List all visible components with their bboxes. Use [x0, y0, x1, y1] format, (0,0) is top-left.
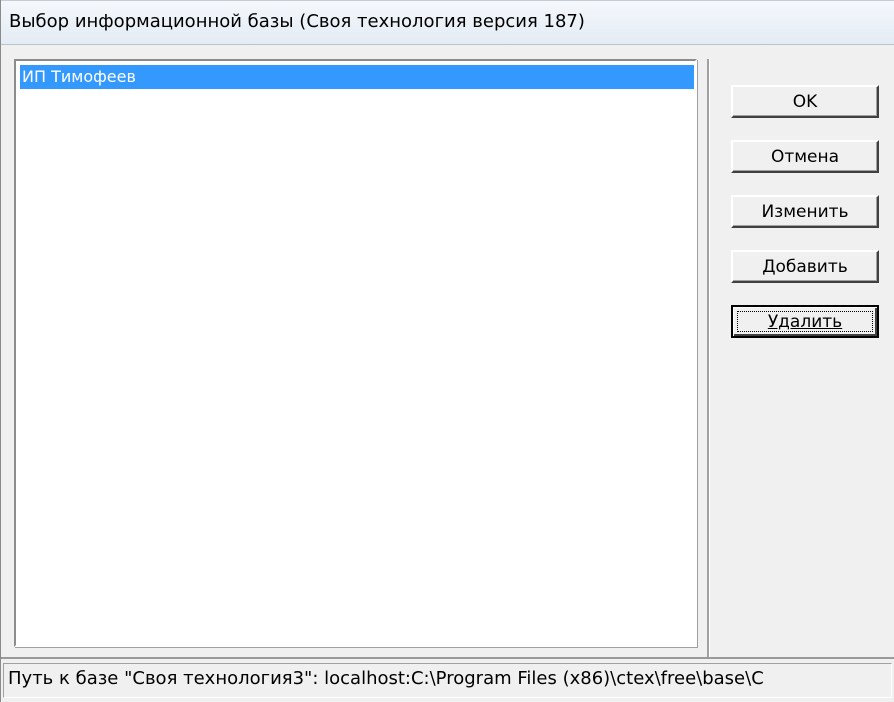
status-bar: Путь к базе "Своя технология3": localhos… — [1, 657, 894, 702]
status-panel: Путь к базе "Своя технология3": localhos… — [3, 663, 892, 698]
list-item-label: ИП Тимофеев — [22, 67, 136, 86]
delete-button-label: Удалить — [767, 311, 843, 332]
database-path-text: Путь к базе "Своя технология3": localhos… — [8, 668, 764, 689]
window-title: Выбор информационной базы (Своя технолог… — [9, 11, 585, 32]
delete-button[interactable]: Удалить — [731, 305, 879, 338]
database-list[interactable]: ИП Тимофеев — [14, 59, 697, 647]
ok-button[interactable]: OK — [731, 85, 879, 118]
cancel-button[interactable]: Отмена — [731, 140, 879, 173]
title-bar[interactable]: Выбор информационной базы (Своя технолог… — [1, 0, 894, 45]
cancel-button-label: Отмена — [770, 146, 840, 167]
list-item-database[interactable]: ИП Тимофеев — [20, 65, 694, 89]
screen: Выбор информационной базы (Своя технолог… — [0, 0, 894, 702]
vertical-divider — [707, 59, 710, 657]
dialog-client-area: ИП Тимофеев OK Отмена Изменить Добавить … — [1, 45, 894, 657]
add-button[interactable]: Добавить — [731, 250, 879, 283]
database-selection-dialog: Выбор информационной базы (Своя технолог… — [0, 0, 894, 702]
edit-button-label: Изменить — [761, 201, 849, 222]
add-button-label: Добавить — [762, 256, 848, 277]
edit-button[interactable]: Изменить — [731, 195, 879, 228]
ok-button-label: OK — [792, 91, 818, 112]
